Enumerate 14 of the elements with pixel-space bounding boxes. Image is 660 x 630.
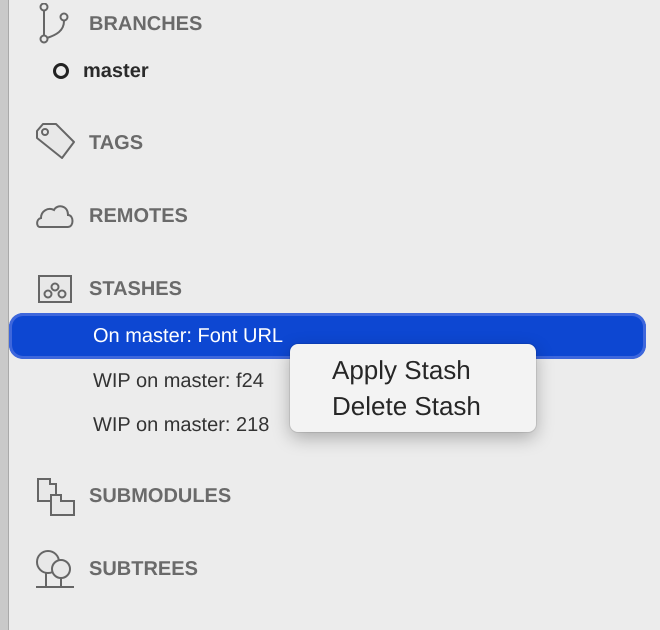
section-header[interactable]: SUBTREES	[89, 558, 198, 580]
section-header[interactable]: SUBMODULES	[89, 484, 232, 508]
stash-item[interactable]: WIP on master: f24	[93, 370, 264, 392]
menu-item[interactable]: Apply Stash	[290, 352, 536, 388]
section-header[interactable]: REMOTES	[89, 204, 188, 228]
branch-item[interactable]: master	[83, 60, 149, 82]
trees-icon	[34, 548, 76, 590]
section-header[interactable]: BRANCHES	[89, 12, 202, 36]
folders-icon	[34, 475, 76, 517]
stash-item[interactable]: On master: Font URL	[93, 324, 284, 348]
menu-item[interactable]: Delete Stash	[290, 388, 536, 424]
section-header[interactable]: STASHES	[89, 278, 182, 300]
section-header[interactable]: TAGS	[89, 132, 144, 154]
stash-item[interactable]: WIP on master: 218	[93, 414, 270, 436]
